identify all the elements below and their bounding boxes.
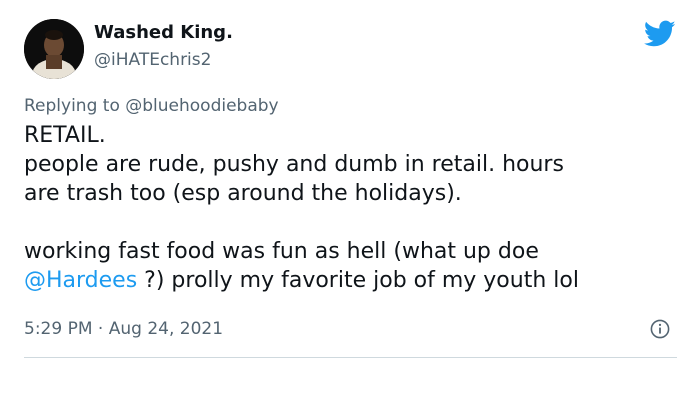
tweet-date: Aug 24, 2021	[108, 319, 224, 339]
reply-mention-link[interactable]: @bluehoodiebaby	[125, 96, 278, 116]
info-icon[interactable]	[650, 319, 670, 339]
tweet-line: RETAIL.	[24, 123, 106, 148]
tweet-line: working fast food was fun as hell (what …	[24, 239, 539, 264]
divider	[24, 357, 677, 358]
twitter-bird-icon[interactable]	[643, 20, 676, 48]
tweet-line: @Hardees ?) prolly my favorite job of my…	[24, 266, 684, 295]
tweet-line: people are rude, pushy and dumb in retai…	[24, 152, 564, 177]
tweet-line: are trash too (esp around the holidays).	[24, 181, 462, 206]
hardees-mention-link[interactable]: @Hardees	[24, 268, 137, 293]
tweet-line-rest: ?) prolly my favorite job of my youth lo…	[137, 268, 579, 293]
reply-context: Replying to @bluehoodiebaby	[24, 96, 279, 116]
user-handle[interactable]: @iHATEchris2	[94, 50, 211, 70]
tweet-time: 5:29 PM	[24, 319, 93, 339]
avatar[interactable]	[24, 19, 84, 79]
tweet-card: Washed King. @iHATEchris2 Replying to @b…	[0, 0, 700, 410]
display-name[interactable]: Washed King.	[94, 22, 233, 43]
meta-separator: ·	[92, 319, 109, 339]
tweet-text: RETAIL. people are rude, pushy and dumb …	[24, 121, 684, 295]
reply-prefix: Replying to	[24, 96, 126, 116]
tweet-timestamp[interactable]: 5:29 PM · Aug 24, 2021	[24, 319, 223, 339]
